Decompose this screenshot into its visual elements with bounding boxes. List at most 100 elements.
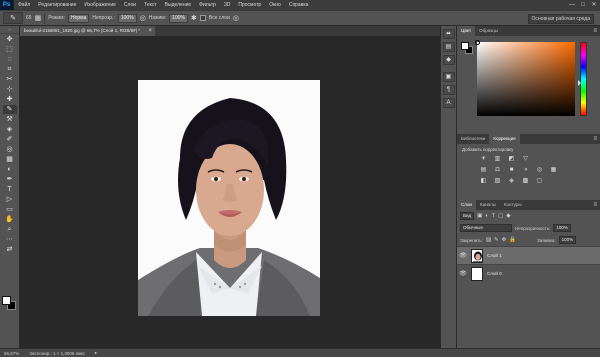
tab-layers[interactable]: Слои xyxy=(457,200,476,210)
posterize-icon[interactable]: ▨ xyxy=(493,177,502,185)
stamp-tool-icon[interactable]: ⚒ xyxy=(3,115,17,124)
eye-icon[interactable]: 👁 xyxy=(457,252,469,259)
crop-tool-icon[interactable]: ✂ xyxy=(3,75,17,84)
tab-adjustments[interactable]: Коррекция xyxy=(489,134,520,144)
menu-file[interactable]: Файл xyxy=(14,0,34,10)
levels-icon[interactable]: ▥ xyxy=(493,155,502,163)
menu-select[interactable]: Выделение xyxy=(161,0,196,10)
airbrush-icon[interactable]: ✱ xyxy=(191,14,197,22)
foreground-color-swatch[interactable] xyxy=(2,296,11,305)
status-menu-arrow-icon[interactable]: ▸ xyxy=(95,350,97,356)
tab-color[interactable]: Цвет xyxy=(457,26,476,36)
brush-settings-icon[interactable]: ▦ xyxy=(35,14,42,22)
eye-icon[interactable]: 👁 xyxy=(457,270,469,277)
history-panel-icon[interactable]: ⬌ xyxy=(442,29,455,39)
layer-opacity-field[interactable]: 100% xyxy=(553,224,571,232)
path-select-tool-icon[interactable]: ▷ xyxy=(3,195,17,204)
menu-type[interactable]: Текст xyxy=(140,0,161,10)
menu-layer[interactable]: Слои xyxy=(120,0,140,10)
vibrance-icon[interactable]: ▽ xyxy=(521,155,530,163)
tab-swatches[interactable]: Образцы xyxy=(475,26,502,36)
color-panel-menu-icon[interactable]: ≡ xyxy=(593,26,597,36)
hue-slider[interactable] xyxy=(580,42,587,116)
menu-window[interactable]: Окно xyxy=(265,0,285,10)
document-tab[interactable]: beautiful-2158081_1920.jpg @ 66,7% (Слой… xyxy=(20,26,155,36)
sample-all-layers-checkbox[interactable] xyxy=(199,15,206,21)
adjust-panel-menu-icon[interactable]: ≡ xyxy=(593,134,597,144)
quick-select-tool-icon[interactable]: ⌗ xyxy=(3,65,17,74)
menu-3d[interactable]: 3D xyxy=(220,0,234,10)
swap-colors-icon[interactable]: ⇄ xyxy=(3,245,17,254)
lock-transparent-icon[interactable]: ▨ xyxy=(486,237,491,243)
black-white-icon[interactable]: ■ xyxy=(507,166,516,174)
layers-panel-menu-icon[interactable]: ≡ xyxy=(593,200,597,210)
dodge-tool-icon[interactable]: ◐ xyxy=(3,165,17,174)
pressure-opacity-icon[interactable]: ◎ xyxy=(140,14,146,22)
eraser-tool-icon[interactable]: ✐ xyxy=(3,135,17,144)
color-picker-handle[interactable] xyxy=(475,40,480,45)
layer-kind-select[interactable]: Вид xyxy=(460,212,475,220)
healing-tool-icon[interactable]: ✚ xyxy=(3,95,17,104)
character-panel-icon[interactable]: A xyxy=(442,98,455,108)
blur-tool-icon[interactable]: ▦ xyxy=(3,155,17,164)
tab-libraries[interactable]: Библиотеки xyxy=(457,134,489,144)
toolbar-grip-icon[interactable]: » xyxy=(0,26,19,34)
more-tools-icon[interactable]: ⋯ xyxy=(3,235,17,244)
gradient-map-icon[interactable]: ▩ xyxy=(521,177,530,185)
layer-name[interactable]: Слой 0 xyxy=(487,271,502,276)
menu-view[interactable]: Просмотр xyxy=(234,0,265,10)
fill-field[interactable]: 100% xyxy=(558,236,577,244)
marquee-tool-icon[interactable]: ⬚ xyxy=(3,45,17,54)
mode-select[interactable]: Норма xyxy=(68,13,90,23)
brush-tool-icon[interactable]: ✎ xyxy=(2,105,17,114)
paragraph-panel-icon[interactable]: ¶ xyxy=(442,85,455,95)
threshold-icon[interactable]: ◈ xyxy=(507,177,516,185)
document-canvas[interactable] xyxy=(138,80,320,316)
adjustment-filter-icon[interactable]: ◐ xyxy=(485,213,488,219)
tab-channels[interactable]: Каналы xyxy=(476,200,500,210)
minimize-button[interactable]: — xyxy=(568,0,576,10)
color-lookup-icon[interactable]: ▦ xyxy=(549,166,558,174)
lasso-tool-icon[interactable]: ◌ xyxy=(3,55,17,64)
saturation-brightness-field[interactable] xyxy=(477,42,575,116)
color-foreground-swatch[interactable] xyxy=(461,42,469,50)
layer-row[interactable]: 👁 Слой 0 xyxy=(457,264,600,282)
close-tab-icon[interactable]: × xyxy=(148,26,152,36)
type-filter-icon[interactable]: T xyxy=(492,213,495,219)
channel-mixer-icon[interactable]: ◎ xyxy=(535,166,544,174)
workspace-select[interactable]: Основная рабочая среда xyxy=(527,14,594,24)
shape-tool-icon[interactable]: ▭ xyxy=(3,205,17,214)
pen-tool-icon[interactable]: ✒ xyxy=(3,175,17,184)
canvas-area[interactable] xyxy=(21,36,440,348)
history-brush-tool-icon[interactable]: ◈ xyxy=(3,125,17,134)
menu-filter[interactable]: Фильтр xyxy=(195,0,220,10)
close-window-button[interactable]: ✕ xyxy=(590,0,598,10)
lock-position-icon[interactable]: ✥ xyxy=(502,237,507,243)
brightness-contrast-icon[interactable]: ☀ xyxy=(479,155,488,163)
shape-filter-icon[interactable]: ▢ xyxy=(498,213,503,219)
curves-icon[interactable]: ◩ xyxy=(507,155,516,163)
gradient-tool-icon[interactable]: ◎ xyxy=(3,145,17,154)
lock-pixels-icon[interactable]: ✎ xyxy=(494,237,499,243)
smart-object-filter-icon[interactable]: ◆ xyxy=(506,213,510,219)
opacity-field[interactable]: 100% xyxy=(117,13,137,23)
hue-slider-marker[interactable] xyxy=(578,80,581,86)
brush-preset-picker[interactable]: ✎ xyxy=(3,12,23,24)
layer-name[interactable]: Слой 1 xyxy=(487,253,502,258)
zoom-level[interactable]: 66,67% xyxy=(4,351,19,356)
brush-panel-icon[interactable]: ◆ xyxy=(442,55,455,65)
blend-mode-select[interactable]: Обычные xyxy=(460,224,512,232)
pressure-size-icon[interactable]: ◎ xyxy=(233,14,239,22)
eyedropper-tool-icon[interactable]: ⊹ xyxy=(3,85,17,94)
hand-tool-icon[interactable]: ✋ xyxy=(3,215,17,224)
lock-all-icon[interactable]: 🔒 xyxy=(509,237,516,243)
menu-image[interactable]: Изображение xyxy=(80,0,120,10)
hue-saturation-icon[interactable]: ▤ xyxy=(479,166,488,174)
flow-field[interactable]: 100% xyxy=(169,13,188,23)
selective-color-icon[interactable]: ▢ xyxy=(535,177,544,185)
maximize-button[interactable]: □ xyxy=(579,0,587,10)
color-balance-icon[interactable]: ⚖ xyxy=(493,166,502,174)
type-tool-icon[interactable]: T xyxy=(3,185,17,194)
pixel-filter-icon[interactable]: ▣ xyxy=(477,213,482,219)
menu-help[interactable]: Справка xyxy=(285,0,313,10)
